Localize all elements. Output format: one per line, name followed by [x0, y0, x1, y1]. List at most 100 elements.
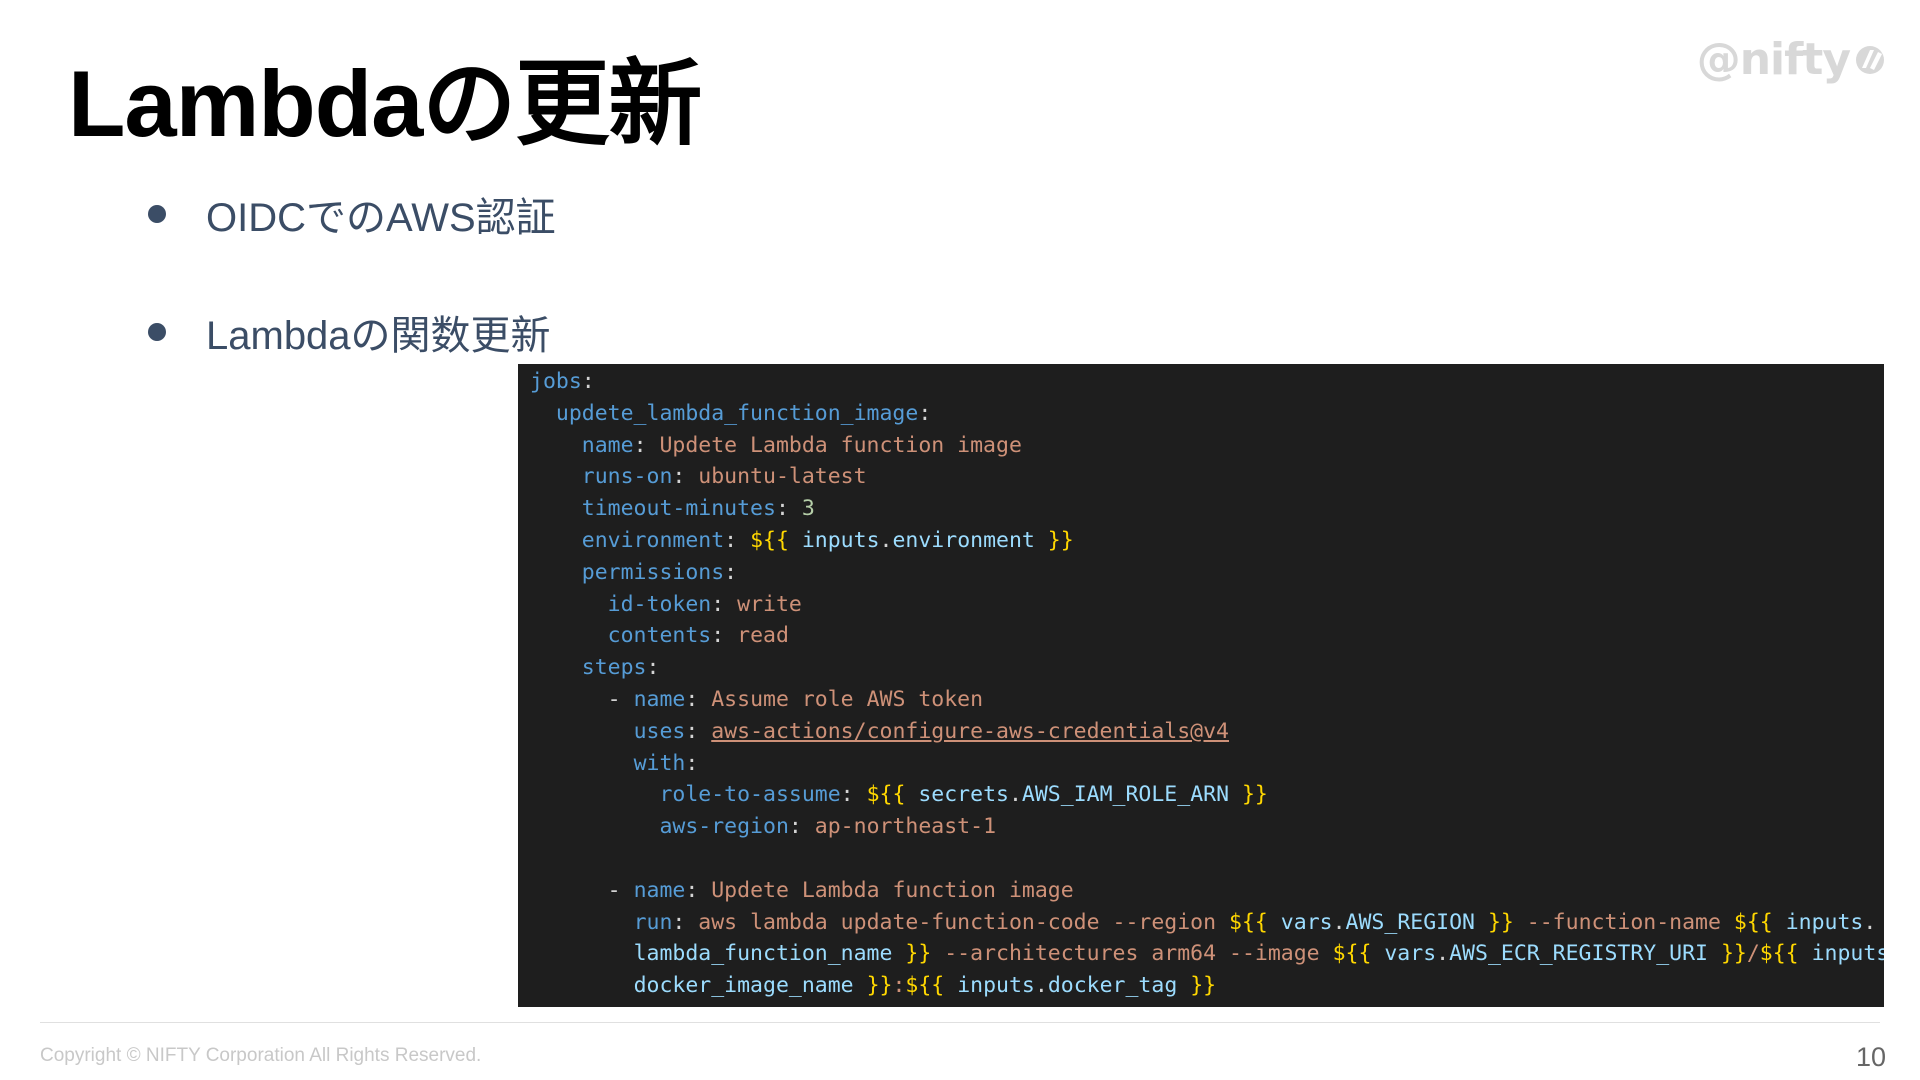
code-token: :	[581, 369, 595, 394]
code-token: name	[581, 432, 634, 458]
code-token: aws-region	[659, 814, 789, 840]
code-token: inputs	[944, 973, 1035, 999]
code-token: -	[530, 686, 634, 712]
code-token: :	[685, 877, 712, 903]
code-line: timeout-minutes: 3	[530, 493, 1884, 525]
code-token: :	[646, 655, 660, 681]
code-token: .	[1008, 782, 1022, 808]
code-token: :	[672, 909, 699, 935]
code-token: :	[633, 432, 660, 458]
code-token: permissions	[581, 559, 725, 585]
bullet-text: OIDCでのAWS認証	[206, 196, 556, 240]
bullet-dot-icon	[148, 205, 166, 223]
code-line: run: aws lambda update-function-code --r…	[530, 907, 1884, 939]
code-token: :	[918, 400, 932, 426]
code-line: role-to-assume: ${{ secrets.AWS_IAM_ROLE…	[530, 779, 1884, 811]
code-line: environment: ${{ inputs.environment }}	[530, 525, 1884, 557]
code-line: lambda_function_name }} --architectures …	[530, 938, 1884, 970]
code-line: id-token: write	[530, 589, 1884, 621]
code-token: docker_image_name	[633, 973, 854, 999]
code-line: name: Updete Lambda function image	[530, 430, 1884, 462]
code-token: environment	[581, 527, 725, 553]
copyright-text: Copyright © NIFTY Corporation All Rights…	[40, 1045, 482, 1066]
code-token: docker_tag	[1047, 973, 1178, 999]
code-token: }}	[1229, 782, 1268, 808]
code-token: :	[840, 782, 867, 808]
code-token: ${{	[905, 973, 945, 999]
code-token: :	[724, 527, 751, 553]
code-token: ap-northeast-1	[814, 814, 997, 840]
code-line: uses: aws-actions/configure-aws-credenti…	[530, 716, 1884, 748]
code-line: contents: read	[530, 620, 1884, 652]
code-token: ${{	[1229, 909, 1268, 935]
code-token: }}	[1177, 973, 1217, 999]
code-token: secrets	[905, 782, 1009, 808]
code-token: uses	[633, 718, 686, 744]
code-token: runs-on	[581, 464, 673, 490]
code-token: :	[685, 750, 699, 776]
code-token: .	[1332, 909, 1346, 935]
code-token: steps	[581, 655, 647, 681]
bullet-text: Lambdaの関数更新	[206, 314, 551, 358]
code-token: .	[1034, 973, 1048, 999]
code-token: contents	[607, 623, 712, 649]
code-token: Assume role AWS token	[711, 686, 984, 712]
code-token: vars	[1267, 909, 1333, 935]
code-token: }}	[892, 941, 932, 967]
code-token: timeout-minutes	[581, 496, 776, 522]
code-token: ubuntu-latest	[698, 464, 867, 490]
code-token: Updete Lambda function image	[711, 877, 1074, 903]
code-line: aws-region: ap-northeast-1	[530, 811, 1884, 843]
code-line: - name: Assume role AWS token	[530, 684, 1884, 716]
code-token: :	[892, 973, 906, 999]
code-token: run	[633, 909, 673, 935]
page-number: 10	[1855, 1042, 1886, 1072]
code-token: jobs	[530, 369, 582, 394]
bullet-list: OIDCでのAWS認証 Lambdaの関数更新	[148, 186, 556, 360]
code-token: ${{	[750, 527, 789, 553]
code-token: name	[633, 686, 686, 712]
code-token: write	[737, 591, 802, 617]
code-token: ${{	[1332, 941, 1372, 967]
code-token: AWS_ECR_REGISTRY_URI	[1449, 941, 1708, 967]
code-token: id-token	[607, 591, 712, 617]
code-token: vars	[1371, 941, 1437, 967]
nifty-logo: @nifty	[1697, 34, 1890, 85]
code-token: Updete Lambda function image	[659, 432, 1022, 458]
code-token: :	[775, 496, 802, 522]
code-token: inputs	[788, 527, 880, 553]
code-token: inputs	[1772, 909, 1864, 935]
code-token: updete_lambda_function_image	[555, 400, 919, 426]
code-token: -	[530, 877, 634, 903]
code-token: environment	[892, 527, 1035, 553]
bullet-item: Lambdaの関数更新	[148, 304, 556, 360]
code-token: role-to-assume	[659, 782, 841, 808]
code-token: inputs	[1798, 941, 1884, 967]
code-line: permissions:	[530, 557, 1884, 589]
code-token: with	[633, 750, 686, 776]
logo-text: @nifty	[1696, 34, 1851, 85]
code-line: jobs:	[530, 366, 1884, 398]
code-token: AWS_REGION	[1345, 909, 1475, 935]
code-token: --function-name	[1513, 909, 1734, 935]
code-line: docker_image_name }}:${{ inputs.docker_t…	[530, 970, 1884, 1002]
code-token: /	[1746, 941, 1760, 967]
code-token: }}	[853, 973, 893, 999]
